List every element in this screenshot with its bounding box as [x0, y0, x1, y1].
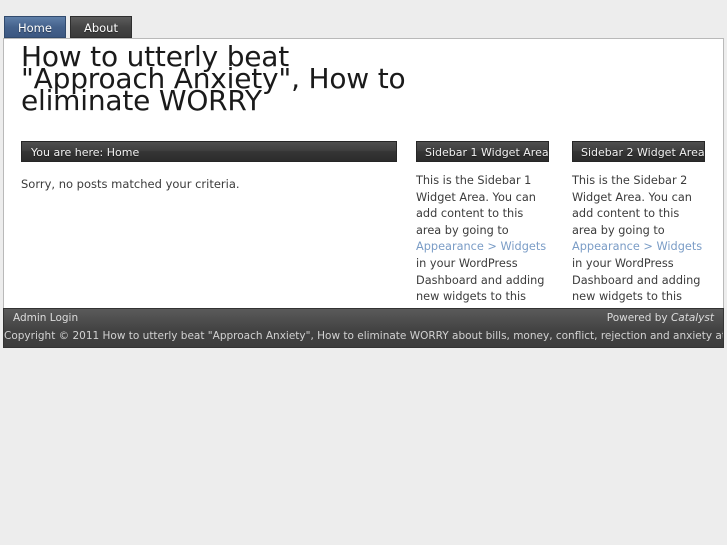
page-root: Home About How to utterly beat "Approach…: [0, 0, 727, 545]
powered-by-brand[interactable]: Catalyst: [671, 312, 714, 324]
sidebar-2-text: This is the Sidebar 2 Widget Area. You c…: [572, 173, 705, 322]
copyright-text: Copyright © 2011 How to utterly beat "Ap…: [4, 330, 724, 342]
admin-login-link[interactable]: Admin Login: [13, 309, 78, 328]
sidebar-1: Sidebar 1 Widget Area This is the Sideba…: [416, 141, 549, 322]
powered-by-prefix: Powered by: [606, 312, 671, 324]
sidebar-1-appearance-widgets-link[interactable]: Appearance > Widgets: [416, 240, 546, 253]
sidebar-1-title: Sidebar 1 Widget Area: [416, 141, 549, 162]
nav-tab-about-label: About: [83, 21, 118, 35]
sidebar-1-text: This is the Sidebar 1 Widget Area. You c…: [416, 173, 549, 322]
nav-tab-about[interactable]: About: [69, 16, 132, 38]
breadcrumb: You are here: Home: [21, 141, 397, 162]
sidebar-2-appearance-widgets-link[interactable]: Appearance > Widgets: [572, 240, 702, 253]
site-footer: Admin Login Powered by Catalyst Copyrigh…: [3, 308, 724, 348]
powered-by: Powered by Catalyst: [607, 309, 714, 328]
sidebar-2-title: Sidebar 2 Widget Area: [572, 141, 705, 162]
sidebar-2-text-before: This is the Sidebar 2 Widget Area. You c…: [572, 174, 692, 237]
site-wrapper: How to utterly beat "Approach Anxiety", …: [3, 38, 724, 348]
nav-tab-home[interactable]: Home: [4, 16, 66, 38]
no-posts-message: Sorry, no posts matched your criteria.: [21, 177, 240, 191]
sidebar-1-text-before: This is the Sidebar 1 Widget Area. You c…: [416, 174, 536, 237]
footer-top-row: Admin Login Powered by Catalyst: [4, 309, 723, 328]
site-header: How to utterly beat "Approach Anxiety", …: [4, 39, 723, 134]
sidebar-2: Sidebar 2 Widget Area This is the Sideba…: [572, 141, 705, 322]
site-title[interactable]: How to utterly beat "Approach Anxiety", …: [21, 42, 421, 114]
primary-navigation: Home About: [0, 0, 727, 38]
main-content-column: You are here: Home Sorry, no posts match…: [21, 141, 397, 193]
nav-tab-home-label: Home: [18, 21, 52, 35]
